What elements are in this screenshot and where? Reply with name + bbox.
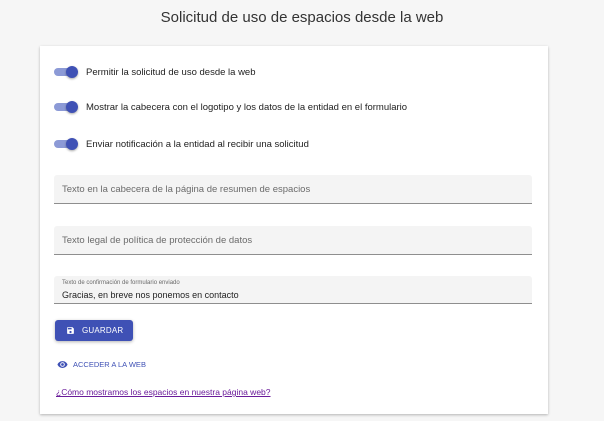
settings-card: Permitir la solicitud de uso desde la we… [40, 46, 548, 414]
save-button-label: GUARDAR [82, 326, 124, 335]
header-text-field[interactable]: Texto en la cabecera de la página de res… [54, 175, 532, 204]
toggle-allow-web-request[interactable]: Permitir la solicitud de uso desde la we… [54, 65, 256, 79]
confirmation-text-value: Gracias, en breve nos ponemos en contact… [62, 290, 239, 300]
toggle-show-header[interactable]: Mostrar la cabecera con el logotipo y lo… [54, 100, 407, 114]
toggle-label: Permitir la solicitud de uso desde la we… [86, 66, 256, 78]
toggle-label: Enviar notificación a la entidad al reci… [86, 138, 309, 150]
access-web-link[interactable]: ACCEDER A LA WEB [57, 358, 146, 370]
access-web-label: ACCEDER A LA WEB [73, 359, 146, 369]
confirmation-text-label: Texto de confirmación de formulario envi… [62, 280, 180, 286]
page-title: Solicitud de uso de espacios desde la we… [160, 9, 444, 26]
legal-text-placeholder: Texto legal de política de protección de… [62, 235, 253, 246]
legal-text-field[interactable]: Texto legal de política de protección de… [54, 226, 532, 255]
confirmation-text-field[interactable]: Texto de confirmación de formulario envi… [54, 276, 532, 304]
eye-icon [57, 360, 68, 368]
switch-thumb [66, 138, 78, 150]
toggle-send-notification[interactable]: Enviar notificación a la entidad al reci… [54, 137, 309, 151]
toggle-label: Mostrar la cabecera con el logotipo y lo… [86, 101, 408, 113]
toggle-switch[interactable] [54, 101, 78, 113]
help-link[interactable]: ¿Cómo mostramos los espacios en nuestra … [56, 387, 271, 397]
toggle-switch[interactable] [54, 66, 78, 78]
switch-thumb [66, 66, 78, 78]
toggle-switch[interactable] [54, 138, 78, 150]
switch-thumb [66, 101, 78, 113]
save-button[interactable]: GUARDAR [55, 320, 133, 341]
header-text-placeholder: Texto en la cabecera de la página de res… [62, 184, 311, 195]
save-icon [67, 327, 74, 334]
